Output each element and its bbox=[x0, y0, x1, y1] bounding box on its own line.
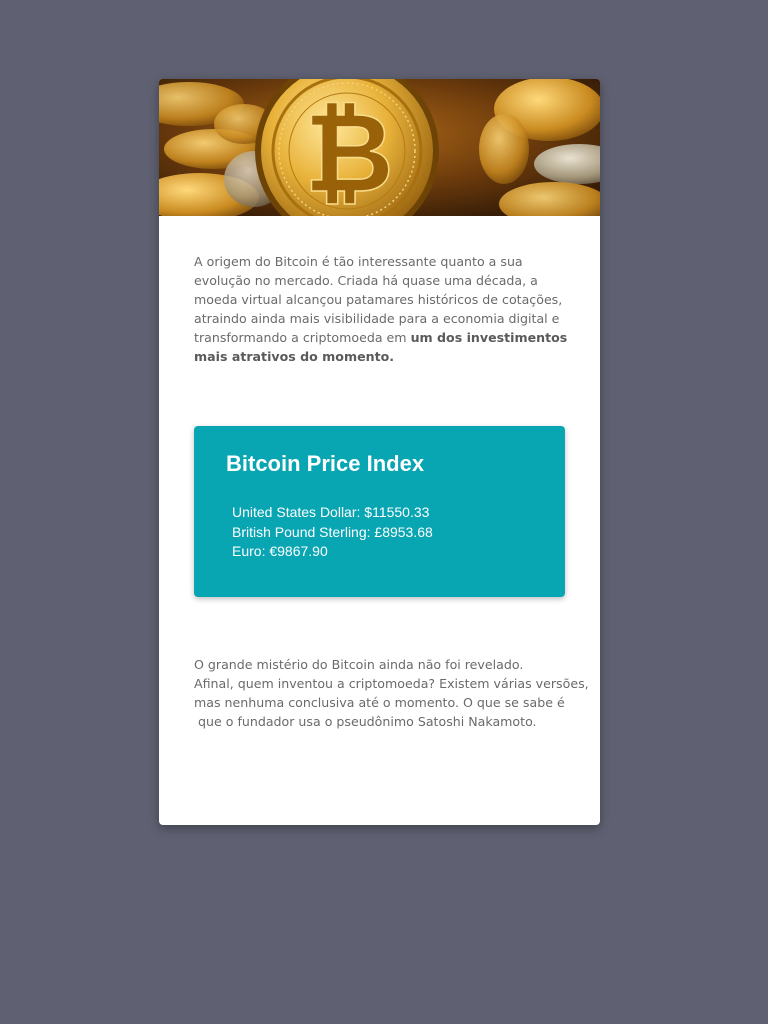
intro-paragraph: A origem do Bitcoin é tão interessante q… bbox=[194, 252, 579, 366]
hero-image: ₿ bbox=[159, 79, 600, 216]
outro-line: O grande mistério do Bitcoin ainda não f… bbox=[194, 657, 524, 672]
outro-line: que o fundador usa o pseudônimo Satoshi … bbox=[194, 714, 537, 729]
price-gbp: British Pound Sterling: £8953.68 bbox=[232, 523, 433, 540]
price-list: United States Dollar: $11550.33 British … bbox=[232, 503, 433, 562]
price-usd: United States Dollar: $11550.33 bbox=[232, 504, 430, 520]
price-eur: Euro: €9867.90 bbox=[232, 543, 328, 559]
outro-line: Afinal, quem inventou a criptomoeda? Exi… bbox=[194, 676, 589, 691]
outro-line: mas nenhuma conclusiva até o momento. O … bbox=[194, 695, 565, 710]
content-card: ₿ A origem do Bitcoin é tão interessante… bbox=[159, 79, 600, 825]
bitcoin-symbol-icon: ₿ bbox=[304, 89, 394, 216]
outro-paragraph: O grande mistério do Bitcoin ainda não f… bbox=[194, 655, 589, 731]
bitcoin-coins-image: ₿ bbox=[159, 79, 600, 216]
price-index-title: Bitcoin Price Index bbox=[226, 451, 425, 476]
bitcoin-price-index-panel: Bitcoin Price Index United States Dollar… bbox=[194, 426, 565, 597]
